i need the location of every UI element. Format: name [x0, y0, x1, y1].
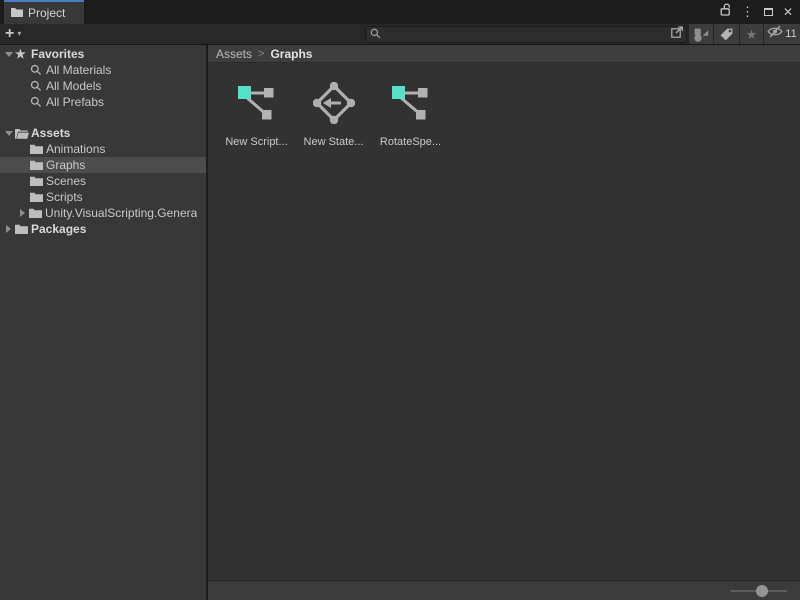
filter-by-label-button[interactable] — [713, 24, 739, 44]
search-icon — [30, 80, 46, 92]
hidden-count: 11 — [785, 28, 796, 40]
folder-open-icon — [15, 128, 31, 139]
tab-label: Project — [28, 6, 65, 20]
star-icon: ★ — [746, 28, 758, 41]
status-bar — [208, 580, 800, 600]
sidebar-item-favorites[interactable]: ★ Favorites — [0, 46, 206, 62]
project-folder-tree: ★ Favorites All Materials All Models All… — [0, 45, 207, 600]
open-search-window-icon[interactable] — [670, 25, 684, 44]
plus-icon: + — [5, 26, 14, 42]
asset-label: RotateSpe... — [380, 136, 441, 148]
script-graph-icon — [235, 83, 279, 123]
foldout-arrow-icon[interactable] — [2, 52, 15, 57]
breadcrumb-separator-icon: > — [258, 48, 264, 60]
folder-icon — [30, 176, 46, 186]
folder-icon — [11, 6, 23, 20]
foldout-arrow-icon[interactable] — [16, 209, 29, 217]
add-asset-button[interactable]: + ▾ — [5, 24, 21, 44]
tree-section-spacer — [0, 110, 206, 125]
sidebar-item-scenes[interactable]: Scenes — [0, 173, 206, 189]
search-icon — [370, 26, 381, 44]
project-toolbar: + ▾ — [0, 24, 800, 45]
slider-handle[interactable] — [756, 585, 768, 597]
asset-item-rotatespeed[interactable]: RotateSpe... — [372, 83, 449, 148]
asset-item-new-script[interactable]: New Script... — [218, 83, 295, 148]
tab-project[interactable]: Project — [4, 0, 84, 24]
breadcrumb-graphs[interactable]: Graphs — [270, 47, 312, 61]
tab-bar: Project ⋮ ✕ — [0, 0, 800, 24]
folder-icon — [30, 160, 46, 170]
asset-label: New State... — [304, 136, 364, 148]
sidebar-item-scripts[interactable]: Scripts — [0, 189, 206, 205]
hidden-items-button[interactable]: 11 — [763, 24, 800, 44]
maximize-icon[interactable] — [764, 8, 773, 16]
asset-grid: New Script... New State... — [208, 63, 800, 148]
folder-icon — [30, 144, 46, 154]
state-graph-icon — [312, 83, 356, 123]
breadcrumb: Assets > Graphs — [208, 45, 800, 63]
folder-icon — [29, 208, 45, 218]
sidebar-item-animations[interactable]: Animations — [0, 141, 206, 157]
search-input[interactable] — [381, 28, 670, 41]
sidebar-item-unity-visualscripting-generated[interactable]: Unity.VisualScripting.Genera — [0, 205, 206, 221]
asset-label: New Script... — [225, 136, 287, 148]
sidebar-item-all-models[interactable]: All Models — [0, 78, 206, 94]
filter-by-type-button[interactable] — [688, 24, 713, 44]
chevron-down-icon: ▾ — [17, 30, 21, 38]
folder-icon — [30, 192, 46, 202]
breadcrumb-assets[interactable]: Assets — [216, 47, 252, 61]
kebab-menu-icon[interactable]: ⋮ — [741, 6, 754, 18]
folder-icon — [15, 224, 31, 234]
sidebar-item-all-materials[interactable]: All Materials — [0, 62, 206, 78]
unlock-icon[interactable] — [720, 3, 731, 21]
asset-item-new-state[interactable]: New State... — [295, 83, 372, 148]
save-search-button[interactable]: ★ — [739, 24, 763, 44]
window-controls: ⋮ ✕ — [720, 0, 793, 24]
star-icon: ★ — [15, 48, 31, 60]
sidebar-item-assets[interactable]: Assets — [0, 125, 206, 141]
toolbar-buttons: ★ 11 — [688, 24, 800, 44]
close-icon[interactable]: ✕ — [783, 6, 793, 18]
search-icon — [30, 64, 46, 76]
sidebar-item-graphs[interactable]: Graphs — [0, 157, 206, 173]
script-graph-icon — [389, 83, 433, 123]
asset-grid-area[interactable]: New Script... New State... — [208, 63, 800, 580]
sidebar-item-all-prefabs[interactable]: All Prefabs — [0, 94, 206, 110]
search-field[interactable] — [365, 26, 687, 43]
eye-slash-icon — [767, 25, 783, 43]
foldout-arrow-icon[interactable] — [2, 131, 15, 136]
search-icon — [30, 96, 46, 108]
sidebar-item-packages[interactable]: Packages — [0, 221, 206, 237]
foldout-arrow-icon[interactable] — [2, 225, 15, 233]
icon-size-slider[interactable] — [730, 590, 787, 592]
